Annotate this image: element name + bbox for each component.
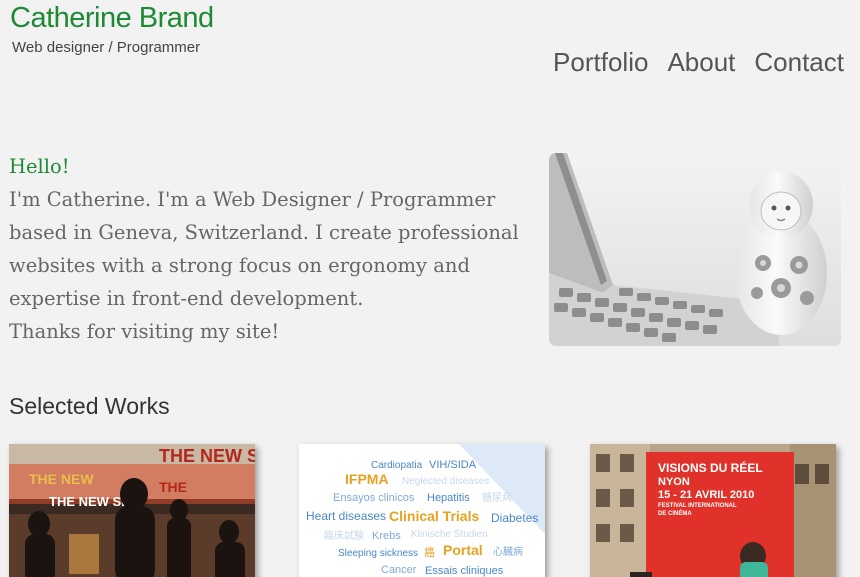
cloud-word: Krebs [372, 530, 401, 542]
sign-text: THE NEW S [159, 446, 255, 466]
intro-greeting: Hello! [9, 155, 70, 178]
nav-contact-link[interactable]: Contact [754, 47, 844, 78]
nav-about-link[interactable]: About [667, 47, 735, 78]
cloud-word: 臨床試験 [324, 529, 364, 542]
poster-line: NYON [658, 476, 690, 488]
poster-line: FESTIVAL INTERNATIONAL [658, 503, 737, 509]
intro-line: I'm Catherine. I'm a Web Designer / Prog… [9, 188, 496, 211]
cloud-word: 糖尿病 [482, 491, 512, 504]
svg-text:THE NEW: THE NEW [29, 471, 94, 487]
cloud-word: Diabetes [491, 511, 538, 525]
cloud-word: Sleeping sickness [338, 548, 418, 559]
cloud-word: 心臓病 [493, 545, 523, 558]
cloud-word: Hepatitis [427, 492, 470, 504]
poster-line: 15 - 21 AVRIL 2010 [658, 489, 754, 501]
thumbnail-image: THE NEW S THE NEW THE NEW SH THE [9, 444, 255, 577]
work-thumbnail-visions-du-reel[interactable]: VISIONS DU RÉEL NYON 15 - 21 AVRIL 2010 … [590, 444, 836, 577]
main-nav: Portfolio About Contact [553, 47, 844, 78]
intro-text: Hello! I'm Catherine. I'm a Web Designer… [9, 150, 529, 348]
poster-line: DE CINÉMA [658, 509, 692, 517]
page: Catherine Brand Web designer / Programme… [0, 0, 860, 577]
section-title-selected-works: Selected Works [9, 393, 170, 419]
cloud-word: Neglected diseases [402, 476, 489, 487]
intro-line: Thanks for visiting my site! [9, 320, 280, 343]
cloud-word: Klinische Studien [411, 529, 488, 540]
cloud-word: Heart diseases [306, 509, 386, 523]
intro-line: based in Geneva, Switzerland. I create p… [9, 221, 519, 244]
cloud-word: IFPMA [345, 471, 389, 487]
svg-text:THE: THE [159, 479, 187, 495]
work-thumbnail-newsroom[interactable]: THE NEW S THE NEW THE NEW SH THE [9, 444, 255, 577]
intro-line: expertise in front-end development. [9, 287, 364, 310]
work-thumbnail-ifpma[interactable]: Cardiopatia VIH/SIDA IFPMA Neglected dis… [299, 444, 545, 577]
cloud-word: Cancer [381, 564, 417, 576]
cloud-word: Clinical Trials [389, 508, 479, 524]
cloud-word: Essais cliniques [425, 565, 504, 577]
cloud-word: Ensayos clinicos [333, 492, 415, 504]
site-tagline: Web designer / Programmer [12, 39, 201, 56]
thumbnail-image: VISIONS DU RÉEL NYON 15 - 21 AVRIL 2010 … [590, 444, 836, 577]
cloud-word: Portal [443, 542, 483, 558]
poster-line: VISIONS DU RÉEL [658, 460, 763, 475]
hero-photo-laptop-doll [549, 153, 841, 346]
hero-illustration [549, 153, 841, 346]
intro-line: websites with a strong focus on ergonomy… [9, 254, 470, 277]
cloud-word: Cardiopatia [371, 460, 423, 471]
site-title[interactable]: Catherine Brand [10, 2, 214, 35]
svg-text:THE NEW SH: THE NEW SH [49, 494, 131, 509]
cloud-word: VIH/SIDA [429, 459, 477, 471]
thumbnail-image: Cardiopatia VIH/SIDA IFPMA Neglected dis… [299, 444, 545, 577]
cloud-word: 癌 [424, 545, 435, 559]
nav-portfolio-link[interactable]: Portfolio [553, 47, 648, 78]
